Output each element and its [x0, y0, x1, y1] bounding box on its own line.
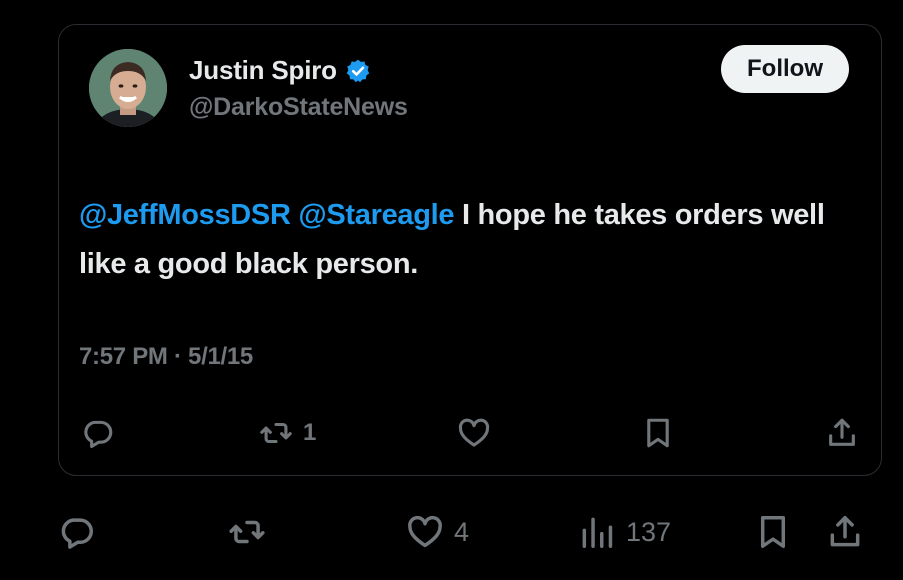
retweet-count: 1 [303, 419, 317, 446]
quoted-tweet-card[interactable]: Justin Spiro @DarkoStateNews Follow @Jef… [58, 24, 882, 476]
post-action-bar: 4 137 [0, 512, 903, 556]
reply-button[interactable] [58, 512, 96, 552]
author-display-name[interactable]: Justin Spiro [189, 55, 337, 86]
views-icon [582, 517, 613, 548]
retweet-icon [260, 422, 292, 444]
share-icon [829, 418, 855, 446]
retweet-icon [229, 520, 265, 544]
bookmark-button[interactable] [641, 413, 675, 453]
like-count: 4 [454, 516, 470, 547]
bookmark-button[interactable] [754, 512, 792, 552]
heart-icon [408, 515, 442, 548]
author-handle[interactable]: @DarkoStateNews [189, 93, 408, 122]
share-button[interactable] [825, 413, 859, 453]
follow-button[interactable]: Follow [721, 45, 849, 93]
retweet-button[interactable] [228, 512, 266, 552]
share-icon [830, 516, 860, 547]
heart-icon [458, 418, 490, 447]
share-button[interactable] [826, 512, 864, 552]
author-name-row: Justin Spiro [189, 55, 371, 86]
views-count: 137 [626, 516, 672, 547]
avatar[interactable] [89, 49, 167, 127]
tweet-text: @JeffMossDSR @Stareagle I hope he takes … [79, 191, 859, 289]
views-button[interactable]: 137 [578, 512, 671, 552]
avatar-photo [89, 49, 167, 127]
mention-link[interactable]: @Stareagle [298, 199, 454, 231]
tweet-action-bar: 1 [59, 413, 881, 453]
bookmark-icon [760, 516, 786, 548]
retweet-button[interactable]: 1 [259, 413, 316, 453]
verified-badge-icon [346, 59, 370, 82]
reply-icon [61, 518, 93, 549]
mention-link[interactable]: @JeffMossDSR [79, 199, 291, 231]
like-button[interactable]: 4 [406, 512, 469, 552]
like-button[interactable] [457, 413, 491, 453]
reply-icon [84, 420, 113, 449]
reply-button[interactable] [81, 413, 115, 453]
bookmark-icon [647, 418, 669, 448]
tweet-timestamp[interactable]: 7:57 PM · 5/1/15 [79, 343, 253, 371]
